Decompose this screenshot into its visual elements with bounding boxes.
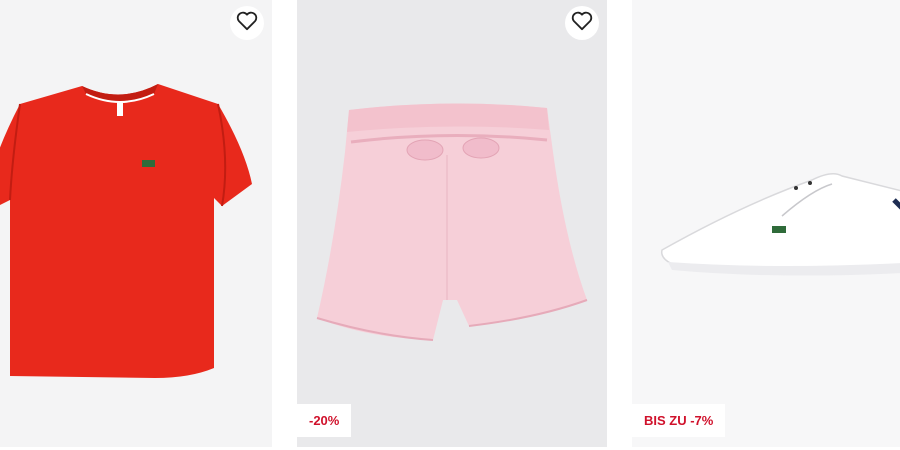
wishlist-button[interactable] [565, 6, 599, 40]
discount-badge: -20% [297, 404, 352, 437]
discount-badge: BIS ZU -7% [632, 404, 726, 437]
heart-outline-icon [571, 11, 593, 36]
product-card-sneaker[interactable]: BIS ZU -7% [632, 0, 900, 447]
product-card-shorts[interactable]: -20% [297, 0, 607, 447]
heart-outline-icon [236, 11, 258, 36]
product-image-shorts[interactable] [297, 0, 607, 447]
product-image-tshirt[interactable] [0, 0, 272, 447]
wishlist-button[interactable] [230, 6, 264, 40]
product-image-sneaker[interactable] [632, 0, 900, 447]
product-card-tshirt[interactable] [0, 0, 272, 447]
